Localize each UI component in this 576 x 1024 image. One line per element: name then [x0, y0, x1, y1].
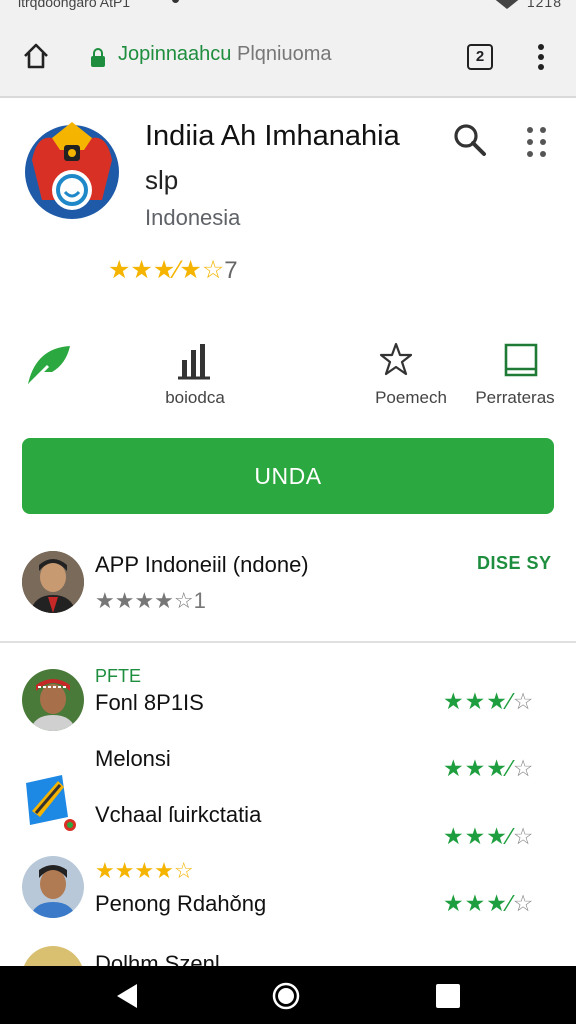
url-path: Plqniuoma [237, 43, 332, 65]
reviewer-avatar [22, 669, 84, 731]
developer-avatar [22, 551, 84, 613]
app-title: Indiia Ah Imhanahia [145, 120, 400, 152]
app-rating: ★★★⁄★☆7 [108, 255, 238, 285]
tab-switcher-button[interactable]: 2 [467, 44, 493, 70]
system-nav-bar [0, 966, 576, 1024]
developer-stars: ★★★★☆ [95, 588, 194, 613]
filled-stars: ★★★ [443, 688, 508, 714]
rating-count: 7 [224, 257, 238, 284]
empty-star: ☆ [512, 688, 535, 714]
leaf-icon [28, 346, 70, 386]
home-icon[interactable] [20, 40, 52, 72]
back-icon[interactable] [115, 983, 139, 1009]
action-play[interactable] [26, 342, 74, 386]
app-subtitle: slp [145, 165, 179, 195]
developer-rating-count: 1 [193, 588, 206, 613]
chart-icon [176, 342, 212, 382]
developer-rating: ★★★★☆1 [95, 588, 206, 614]
star-outline-icon [379, 342, 413, 378]
reviewer-avatar [22, 856, 84, 918]
developer-action-link[interactable]: DISE SY [477, 553, 552, 574]
install-button[interactable]: UNDA [22, 438, 554, 514]
status-time: 1218 [526, 0, 562, 10]
action-downloads[interactable]: boiodca [140, 340, 250, 410]
review-title[interactable]: Melonsi [95, 746, 171, 772]
status-bar: ltrqdoongaro AtP1 1218 [0, 0, 576, 18]
empty-star: ☆ [512, 890, 535, 916]
app-icon [22, 120, 122, 220]
filled-stars: ★★★ [443, 823, 508, 849]
action-share[interactable]: Perrateras [466, 340, 576, 410]
status-carrier-text: ltrqdoongaro AtP1 [18, 0, 131, 10]
review-stars: ★★★⁄☆ [443, 890, 534, 917]
filled-stars: ★★★ [443, 755, 508, 781]
filled-stars: ★★★ [443, 890, 508, 916]
review-stars: ★★★⁄☆ [443, 688, 534, 715]
action-label-downloads: boiodca [165, 388, 225, 407]
developer-name[interactable]: APP Indoneiil (ndone) [95, 552, 309, 578]
rating-stars: ★★★⁄★☆ [108, 256, 225, 284]
notification-dot-icon [172, 0, 179, 3]
search-icon[interactable] [452, 122, 488, 158]
review-title[interactable]: Vchaal ſuirkctatia [95, 802, 261, 828]
review-tag: PFTE [95, 666, 142, 686]
more-options-icon[interactable] [525, 124, 549, 160]
recents-icon[interactable] [436, 984, 460, 1008]
review-title[interactable]: Penong Rdahǒng [95, 891, 266, 917]
review-title[interactable]: Fonl 8P1IS [95, 690, 204, 716]
empty-star: ☆ [512, 755, 535, 781]
review-user-rating: ★★★★☆ [95, 858, 194, 883]
app-country: Indonesia [145, 205, 241, 230]
bookmark-icon [504, 343, 538, 377]
empty-star: ☆ [512, 823, 535, 849]
review-stars: ★★★⁄☆ [443, 823, 534, 850]
action-wishlist[interactable]: Poemech [366, 340, 456, 410]
overflow-menu-icon[interactable] [532, 42, 550, 74]
lock-icon [90, 48, 106, 68]
app-logo-icon [22, 773, 78, 833]
section-divider [0, 641, 576, 643]
action-label-wishlist: Poemech [375, 388, 447, 407]
review-stars: ★★★⁄☆ [443, 755, 534, 782]
url-field[interactable]: Jopinnaahcu Plqniuoma [118, 43, 332, 66]
browser-toolbar: Jopinnaahcu Plqniuoma 2 [0, 18, 576, 98]
wifi-icon [492, 0, 519, 10]
action-label-share: Perrateras [475, 388, 555, 407]
url-domain: Jopinnaahcu [118, 43, 232, 65]
home-nav-icon[interactable] [272, 982, 300, 1010]
